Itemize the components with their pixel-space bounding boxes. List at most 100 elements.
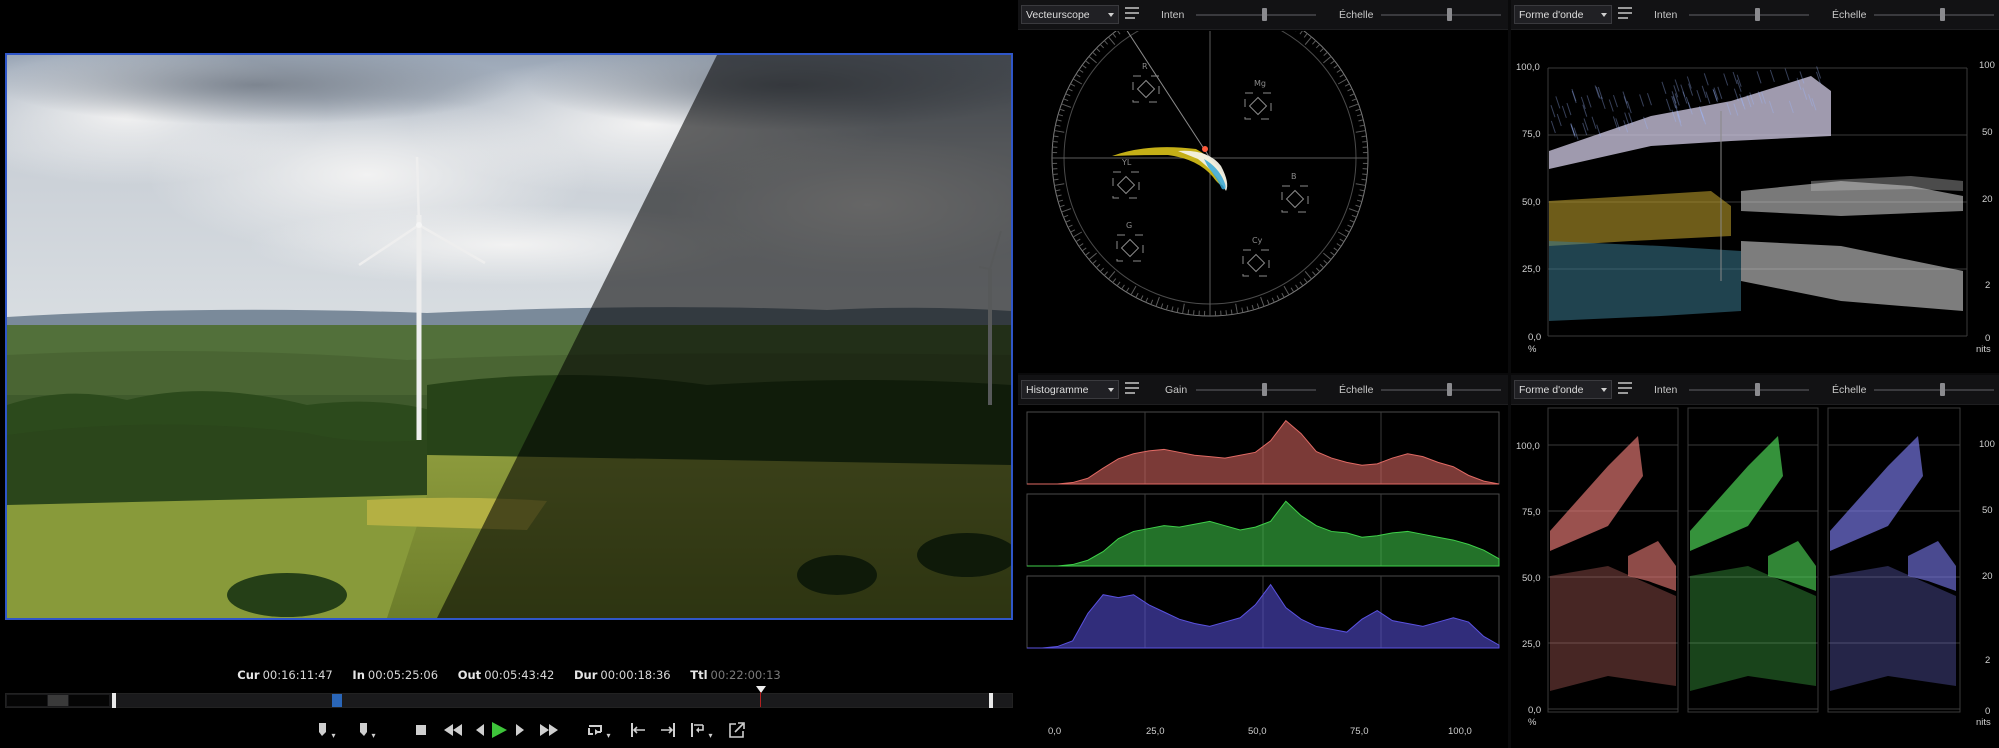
- histogram-settings-icon[interactable]: [1125, 382, 1139, 396]
- loop-mode-button[interactable]: ▾: [584, 717, 614, 743]
- insert-edit-button[interactable]: ▾: [686, 717, 716, 743]
- histogram-scale-slider[interactable]: [1381, 383, 1501, 396]
- vectorscope-tick: [1290, 287, 1295, 293]
- marker-triangle-icon[interactable]: [756, 686, 766, 693]
- step-forward-icon: [516, 724, 524, 736]
- vectorscope-tick: [1355, 204, 1361, 208]
- histogram-gain-slider[interactable]: [1196, 383, 1316, 396]
- vectorscope-tick: [1315, 43, 1321, 49]
- waveform-right-tick: 20: [1982, 194, 1993, 205]
- timecode-in: In 00:05:25:06: [352, 668, 439, 682]
- vectorscope-tick: [1065, 219, 1071, 223]
- playhead-handle[interactable]: [332, 694, 342, 707]
- vectorscope-tick: [1323, 260, 1328, 265]
- export-button[interactable]: [724, 717, 750, 743]
- rewind-icon: [444, 724, 462, 736]
- vectorscope-tick: [1299, 281, 1304, 287]
- waveform-noise: [1591, 116, 1597, 129]
- vectorscope-tick: [1299, 31, 1303, 35]
- step-back-button[interactable]: [472, 717, 488, 743]
- vectorscope-tick: [1078, 69, 1084, 73]
- vectorscope-tick: [1070, 83, 1076, 87]
- waveform-mode-select[interactable]: Forme d'onde: [1514, 5, 1612, 24]
- vectorscope-tick: [1303, 33, 1308, 38]
- rgb-parade-mode-select[interactable]: Forme d'onde: [1514, 380, 1612, 399]
- waveform-noise: [1613, 94, 1618, 108]
- rgb-parade-plot: [1547, 407, 1961, 713]
- rgb-parade-left-tick: 75,0: [1522, 507, 1541, 518]
- waveform-trace: [1549, 76, 1831, 169]
- rgb-parade-trace: [1550, 436, 1643, 551]
- vectorscope-tick: [1135, 292, 1139, 298]
- waveform-panel: Forme d'onde Inten Échelle 100,0 75,0 50…: [1511, 0, 1999, 373]
- go-to-in-button[interactable]: [626, 717, 650, 743]
- go-to-in-icon: [631, 723, 645, 737]
- mark-in-button[interactable]: ▾: [314, 717, 338, 743]
- vectorscope-tick: [1176, 307, 1179, 313]
- vectorscope-tick: [1099, 43, 1105, 49]
- vectorscope-tick: [1333, 64, 1339, 69]
- waveform-noise: [1671, 91, 1677, 104]
- vectorscope-tick: [1336, 243, 1342, 247]
- rgb-parade-intensity-slider[interactable]: [1689, 383, 1809, 396]
- video-viewer[interactable]: [5, 53, 1013, 620]
- rgb-parade-scale-label: Échelle: [1832, 384, 1867, 396]
- waveform-noise: [1732, 71, 1738, 85]
- waveform-left-tick: 0,0: [1528, 332, 1542, 343]
- vectorscope-tick: [1337, 78, 1348, 85]
- vectorscope-intensity-label: Inten: [1161, 9, 1185, 21]
- histogram-x-tick: 100,0: [1448, 726, 1472, 737]
- player-panel: Cur 00:16:11:47 In 00:05:25:06 Out 00:05:43…: [0, 0, 1018, 748]
- histogram-gain-label: Gain: [1165, 384, 1188, 396]
- vectorscope-mode-select[interactable]: Vecteurscope: [1021, 5, 1119, 24]
- waveform-left-unit: %: [1528, 344, 1537, 355]
- vectorscope-tick: [1057, 113, 1064, 117]
- mark-out-button[interactable]: ▾: [354, 717, 378, 743]
- waveform-noise: [1733, 88, 1739, 101]
- waveform-noise: [1566, 102, 1572, 116]
- out-point-marker[interactable]: [989, 693, 993, 708]
- waveform-settings-icon[interactable]: [1618, 7, 1632, 21]
- go-to-out-button[interactable]: [656, 717, 680, 743]
- vectorscope-tick: [1099, 267, 1105, 273]
- vectorscope-intensity-slider[interactable]: [1196, 8, 1316, 21]
- waveform-left-tick: 25,0: [1522, 264, 1541, 275]
- play-button[interactable]: [488, 717, 510, 743]
- vectorscope-tick: [1081, 247, 1087, 252]
- waveform-left-tick: 75,0: [1522, 129, 1541, 140]
- timeline-segment: [69, 695, 109, 706]
- waveform-scale-slider[interactable]: [1874, 8, 1994, 21]
- timecode-duration: Dur 00:00:18:36: [574, 668, 671, 682]
- step-back-icon: [476, 724, 484, 736]
- fast-forward-button[interactable]: [536, 717, 562, 743]
- waveform-noise: [1665, 98, 1671, 112]
- vectorscope-tick: [1319, 263, 1325, 269]
- rgb-parade-settings-icon[interactable]: [1618, 382, 1632, 396]
- waveform-noise: [1586, 95, 1592, 108]
- vectorscope-tick: [1092, 260, 1097, 265]
- vectorscope-tick: [1359, 189, 1365, 192]
- rgb-parade-scale-slider[interactable]: [1874, 383, 1994, 396]
- in-point-marker[interactable]: [112, 693, 116, 708]
- waveform-intensity-slider[interactable]: [1689, 8, 1809, 21]
- vectorscope-target: [1281, 185, 1309, 213]
- vectorscope-tick: [1271, 297, 1275, 303]
- rgb-parade-trace: [1690, 436, 1783, 551]
- vectorscope-tick: [1085, 251, 1090, 256]
- stop-button[interactable]: [410, 717, 432, 743]
- vectorscope-tick: [1356, 199, 1363, 203]
- rgb-parade-right-tick: 50: [1982, 505, 1993, 516]
- step-forward-button[interactable]: [512, 717, 528, 743]
- histogram-mode-select[interactable]: Histogramme: [1021, 380, 1119, 399]
- timeline-scrubber[interactable]: [5, 686, 1013, 708]
- vectorscope-tick: [1056, 119, 1062, 122]
- waveform-noise: [1639, 94, 1645, 107]
- scopes-panel: Vecteurscope Inten Échelle R Mg B Cy G YL For…: [1018, 0, 1999, 748]
- vectorscope-scale-slider[interactable]: [1381, 8, 1501, 21]
- vectorscope-tick: [1061, 208, 1072, 213]
- waveform-noise: [1561, 105, 1567, 119]
- rewind-button[interactable]: [440, 717, 466, 743]
- vectorscope-tick: [1235, 303, 1238, 314]
- vectorscope-tick: [1246, 306, 1249, 312]
- vectorscope-settings-icon[interactable]: [1125, 7, 1139, 21]
